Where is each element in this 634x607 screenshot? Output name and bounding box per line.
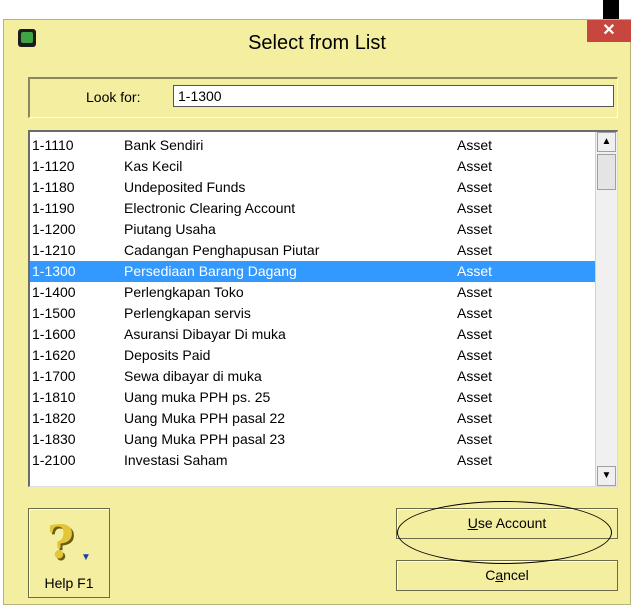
account-row[interactable]: 1-1200 Piutang Usaha Asset [30,219,595,240]
account-row[interactable]: 1-1820 Uang Muka PPH pasal 22 Asset [30,408,595,429]
help-question-icon: ? [47,515,74,569]
account-name: Perlengkapan servis [124,305,251,321]
account-type: Asset [457,284,493,300]
account-row[interactable]: 1-1190 Electronic Clearing Account Asset [30,198,595,219]
account-type: Asset [457,158,493,174]
account-type: Asset [457,347,493,363]
account-type: Asset [457,410,493,426]
search-panel: Look for: [28,77,618,118]
account-row[interactable]: 1-1500 Perlengkapan servis Asset [30,303,595,324]
account-code: 1-1500 [32,305,76,321]
account-code: 1-1700 [32,368,76,384]
account-type: Asset [457,242,493,258]
scroll-down-arrow-icon[interactable]: ▼ [597,466,616,486]
account-type: Asset [457,200,493,216]
account-row[interactable]: 1-1180 Undeposited Funds Asset [30,177,595,198]
account-code: 1-1810 [32,389,76,405]
account-row[interactable]: 1-1620 Deposits Paid Asset [30,345,595,366]
cancel-accelerator: a [495,567,504,583]
use-account-accelerator: U [467,515,478,531]
close-icon: ✕ [602,22,616,39]
select-from-list-dialog: Select from List ✕ Look for: 1-1110 Bank … [3,19,631,605]
account-code: 1-1620 [32,347,76,363]
account-list[interactable]: 1-1110 Bank Sendiri Asset 1-1120 Kas Kecil As… [28,130,618,487]
account-code: 1-1200 [32,221,76,237]
account-code: 1-1190 [32,200,75,216]
account-name: Uang muka PPH ps. 25 [124,389,271,405]
account-row[interactable]: 1-1830 Uang Muka PPH pasal 23 Asset [30,429,595,450]
help-button-label: Help F1 [44,575,94,591]
help-dropdown-arrow-icon: ▼ [81,552,91,563]
account-type: Asset [457,326,493,342]
account-type: Asset [457,179,493,195]
account-code: 1-1820 [32,410,76,426]
account-type: Asset [457,452,493,468]
cancel-label-start: C [485,567,496,583]
account-type: Asset [457,263,493,279]
use-account-button[interactable]: Use Account [396,508,618,539]
title-bar[interactable]: Select from List ✕ [4,20,631,66]
account-name: Piutang Usaha [124,221,216,237]
look-for-input[interactable] [173,85,614,107]
account-row[interactable]: 1-1810 Uang muka PPH ps. 25 Asset [30,387,595,408]
account-code: 1-1300 [32,263,76,279]
account-row[interactable]: 1-1700 Sewa dibayar di muka Asset [30,366,595,387]
account-type: Asset [457,305,493,321]
account-code: 1-1210 [32,242,76,258]
account-code: 1-1600 [32,326,76,342]
look-for-label: Look for: [86,89,141,105]
account-name: Cadangan Penghapusan Piutar [124,242,320,258]
account-name: Investasi Saham [124,452,228,468]
account-type: Asset [457,368,493,384]
account-name: Asuransi Dibayar Di muka [124,326,286,342]
account-code: 1-1180 [32,179,75,195]
account-type: Asset [457,431,493,447]
account-name: Perlengkapan Toko [124,284,244,300]
help-button[interactable]: ? ▼ Help F1 [28,508,110,598]
close-button[interactable]: ✕ [587,20,631,42]
account-code: 1-1400 [32,284,76,300]
account-name: Sewa dibayar di muka [124,368,262,384]
account-code: 1-1120 [32,158,75,174]
account-name: Persediaan Barang Dagang [124,263,297,279]
account-code: 1-1110 [32,137,74,153]
use-account-label: se Account [477,515,547,531]
account-name: Undeposited Funds [124,179,246,195]
account-name: Bank Sendiri [124,137,204,153]
cancel-button[interactable]: Cancel [396,560,618,591]
scroll-thumb[interactable] [597,154,616,190]
account-type: Asset [457,389,493,405]
account-row[interactable]: 1-1400 Perlengkapan Toko Asset [30,282,595,303]
account-name: Uang Muka PPH pasal 22 [124,410,286,426]
window-title: Select from List [248,32,386,54]
corner-artifact [603,0,619,20]
account-type: Asset [457,137,493,153]
account-row[interactable]: 1-1120 Kas Kecil Asset [30,156,595,177]
account-row[interactable]: 1-1210 Cadangan Penghapusan Piutar Asset [30,240,595,261]
account-name: Electronic Clearing Account [124,200,296,216]
account-row[interactable]: 1-1110 Bank Sendiri Asset [30,135,595,156]
account-code: 1-1830 [32,431,76,447]
account-list-rows: 1-1110 Bank Sendiri Asset 1-1120 Kas Kecil As… [30,135,595,471]
account-row[interactable]: 1-1300 Persediaan Barang Dagang Asset [30,261,595,282]
vertical-scrollbar[interactable]: ▲ ▼ [595,132,617,486]
account-name: Uang Muka PPH pasal 23 [124,431,286,447]
scroll-up-arrow-icon[interactable]: ▲ [597,132,616,152]
cancel-label-end: ncel [503,567,529,583]
account-code: 1-2100 [32,452,76,468]
account-row[interactable]: 1-2100 Investasi Saham Asset [30,450,595,471]
account-name: Kas Kecil [124,158,183,174]
account-name: Deposits Paid [124,347,211,363]
account-type: Asset [457,221,493,237]
account-row[interactable]: 1-1600 Asuransi Dibayar Di muka Asset [30,324,595,345]
